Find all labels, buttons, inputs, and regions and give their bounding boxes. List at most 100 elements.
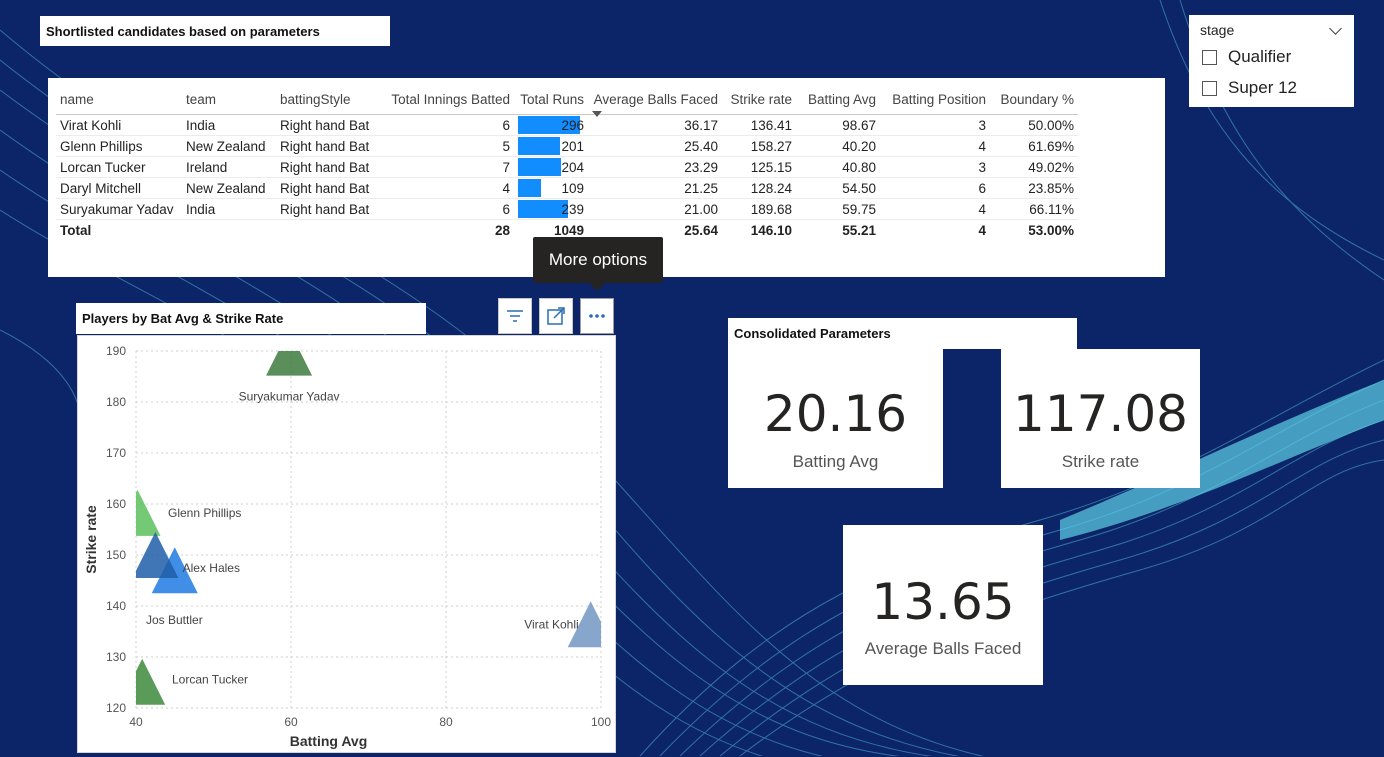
filter-icon — [507, 310, 523, 322]
more-options-button[interactable] — [580, 298, 614, 334]
col-header-batting-position[interactable]: Batting Position — [880, 84, 990, 115]
checkbox-icon[interactable] — [1202, 80, 1217, 96]
col-header-batting-avg[interactable]: Batting Avg — [796, 84, 880, 115]
table-header-row: name team battingStyle Total Innings Bat… — [56, 84, 1078, 117]
runs-value: 296 — [561, 117, 584, 133]
data-point-marker[interactable] — [266, 336, 313, 376]
col-header-avg-balls-faced[interactable]: Average Balls Faced — [588, 84, 722, 117]
focus-mode-button[interactable] — [539, 298, 573, 334]
total-cell-batting-avg: 55.21 — [796, 219, 880, 240]
cell-name: Daryl Mitchell — [56, 177, 182, 199]
cell-total-innings: 4 — [380, 177, 514, 199]
col-header-batting-style[interactable]: battingStyle — [276, 84, 380, 115]
total-cell-boundary-pct: 53.00% — [990, 219, 1078, 240]
cell-strike-rate: 128.24 — [722, 177, 796, 199]
kpi-card-average-balls-faced[interactable]: 13.65 Average Balls Faced — [843, 525, 1043, 685]
col-header-total-runs[interactable]: Total Runs — [514, 84, 588, 115]
y-tick-label: 120 — [106, 701, 126, 715]
y-tick-label: 130 — [106, 650, 126, 664]
cell-batting-style: Right hand Bat — [276, 114, 380, 136]
table-row[interactable]: Virat Kohli India Right hand Bat 6 296 36.17 1… — [56, 114, 1078, 136]
runs-value: 109 — [561, 180, 584, 196]
cell-avg-balls-faced: 23.29 — [588, 156, 722, 178]
slicer-option-super-12[interactable]: Super 12 — [1202, 78, 1297, 98]
col-header-strike-rate[interactable]: Strike rate — [722, 84, 796, 115]
cell-batting-position: 3 — [880, 114, 990, 136]
cell-team: India — [182, 198, 276, 220]
y-tick-label: 190 — [106, 344, 126, 358]
col-header-team[interactable]: team — [182, 84, 276, 115]
y-axis-label: Strike rate — [83, 505, 99, 574]
cell-avg-balls-faced: 21.25 — [588, 177, 722, 199]
kpi-value: 20.16 — [763, 385, 908, 443]
table-row[interactable]: Glenn Phillips New Zealand Right hand Bat 5… — [56, 135, 1078, 157]
cell-strike-rate: 136.41 — [722, 114, 796, 136]
x-tick-label: 60 — [284, 715, 298, 729]
more-options-icon — [589, 314, 605, 318]
col-header-total-innings[interactable]: Total Innings Batted — [380, 84, 514, 115]
cell-avg-balls-faced: 25.40 — [588, 135, 722, 157]
checkbox-icon[interactable] — [1202, 49, 1217, 65]
kpi-card-strike-rate[interactable]: 117.08 Strike rate — [1001, 349, 1200, 488]
cell-total-runs: 201 — [514, 135, 588, 157]
cell-boundary-pct: 49.02% — [990, 156, 1078, 178]
data-point-marker[interactable] — [119, 658, 166, 705]
runs-value: 239 — [561, 201, 584, 217]
slicer-option-label: Super 12 — [1228, 78, 1297, 97]
y-tick-label: 140 — [106, 599, 126, 613]
cell-batting-position: 4 — [880, 198, 990, 220]
slicer-option-qualifier[interactable]: Qualifier — [1202, 47, 1291, 67]
data-point-label: Alex Hales — [183, 561, 240, 575]
cell-total-innings: 6 — [380, 198, 514, 220]
kpi-value: 117.08 — [1013, 385, 1188, 443]
x-tick-label: 80 — [439, 715, 453, 729]
y-tick-label: 150 — [106, 548, 126, 562]
scatter-title: Players by Bat Avg & Strike Rate — [76, 303, 426, 334]
runs-data-bar — [518, 179, 541, 197]
cell-avg-balls-faced: 36.17 — [588, 114, 722, 136]
cell-total-runs: 109 — [514, 177, 588, 199]
data-point-label: Glenn Phillips — [168, 506, 241, 520]
total-cell-batting-position: 4 — [880, 219, 990, 240]
runs-data-bar — [518, 158, 561, 176]
cell-batting-style: Right hand Bat — [276, 177, 380, 199]
y-tick-label: 170 — [106, 446, 126, 460]
cell-team: New Zealand — [182, 135, 276, 157]
kpi-label: Strike rate — [1061, 452, 1140, 471]
cell-boundary-pct: 23.85% — [990, 177, 1078, 199]
cell-boundary-pct: 50.00% — [990, 114, 1078, 136]
cell-team: New Zealand — [182, 177, 276, 199]
cell-batting-position: 6 — [880, 177, 990, 199]
cell-team: India — [182, 114, 276, 136]
cell-batting-avg: 54.50 — [796, 177, 880, 199]
cell-total-runs: 204 — [514, 156, 588, 178]
cell-name: Glenn Phillips — [56, 135, 182, 157]
table-row[interactable]: Daryl Mitchell New Zealand Right hand Bat 4… — [56, 177, 1078, 199]
x-tick-label: 100 — [591, 715, 611, 729]
scatter-chart-visual[interactable]: 120 130 140 150 160 170 180 190 40 60 80 100 Batting… — [77, 335, 616, 753]
kpi-label: Batting Avg — [792, 452, 879, 471]
kpi-value: 13.65 — [871, 573, 1015, 631]
col-header-boundary-pct[interactable]: Boundary % — [990, 84, 1078, 115]
consolidated-title: Consolidated Parameters — [728, 318, 1077, 349]
more-options-tooltip: More options — [533, 237, 663, 291]
x-axis-label: Batting Avg — [290, 733, 368, 749]
table-row[interactable]: Lorcan Tucker Ireland Right hand Bat 7 204 23… — [56, 156, 1078, 178]
y-tick-label: 180 — [106, 395, 126, 409]
total-cell-total-innings: 28 — [380, 219, 514, 240]
cell-batting-avg: 59.75 — [796, 198, 880, 220]
data-point-label: Virat Kohli — [524, 617, 578, 631]
stage-slicer[interactable]: stage Qualifier Super 12 — [1189, 15, 1354, 107]
runs-value: 204 — [561, 159, 584, 175]
chevron-down-icon[interactable] — [1329, 22, 1342, 35]
kpi-card-batting-avg[interactable]: 20.16 Batting Avg — [728, 349, 943, 488]
cell-batting-avg: 40.20 — [796, 135, 880, 157]
cell-batting-avg: 98.67 — [796, 114, 880, 136]
table-row[interactable]: Suryakumar Yadav India Right hand Bat 6 239 2… — [56, 198, 1078, 220]
cell-batting-position: 4 — [880, 135, 990, 157]
filter-button[interactable] — [498, 298, 532, 334]
scatter-chart: 120 130 140 150 160 170 180 190 40 60 80 100 Batting… — [83, 336, 611, 749]
kpi-label: Average Balls Faced — [864, 639, 1022, 658]
col-header-name[interactable]: name — [56, 84, 182, 115]
data-point-label: Suryakumar Yadav — [239, 389, 340, 403]
